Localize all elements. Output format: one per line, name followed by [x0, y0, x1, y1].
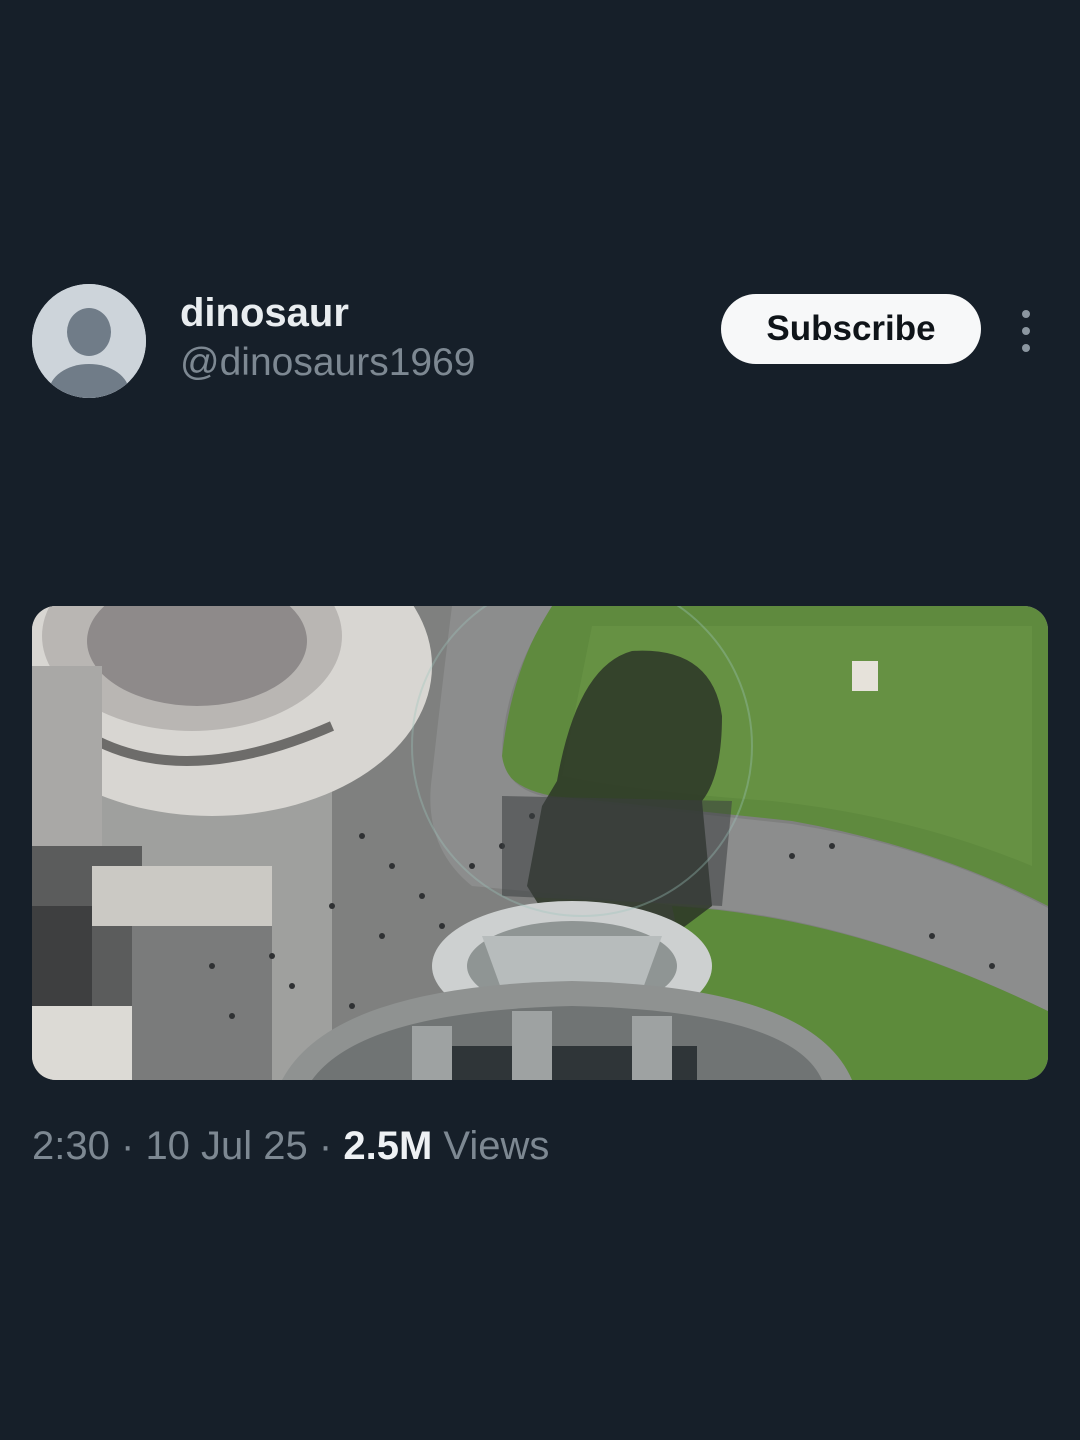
avatar[interactable]	[32, 284, 146, 398]
meta-separator: ·	[318, 1124, 333, 1168]
subscribe-button[interactable]: Subscribe	[721, 294, 981, 364]
post-screen: dinosaur @dinosaurs1969 Subscribe 2:30 ·…	[0, 0, 1080, 1440]
post-time: 2:30	[32, 1124, 110, 1168]
meta-separator: ·	[120, 1124, 135, 1168]
views-count[interactable]: 2.5M	[343, 1124, 432, 1168]
aerial-photo	[32, 606, 1048, 1080]
user-handle: @dinosaurs1969	[180, 341, 476, 384]
more-options-button[interactable]	[1006, 306, 1046, 356]
post-meta: 2:30 · 10 Jul 25 · 2.5M Views	[32, 1120, 549, 1172]
post-image[interactable]	[32, 606, 1048, 1080]
views-label: Views	[443, 1124, 550, 1168]
author-info[interactable]: dinosaur @dinosaurs1969	[180, 290, 475, 388]
default-avatar-icon	[32, 284, 146, 398]
post-date: 10 Jul 25	[145, 1124, 308, 1168]
more-vertical-icon	[1022, 310, 1030, 318]
display-name: dinosaur	[180, 291, 349, 335]
post-header: dinosaur @dinosaurs1969 Subscribe	[32, 284, 1048, 398]
